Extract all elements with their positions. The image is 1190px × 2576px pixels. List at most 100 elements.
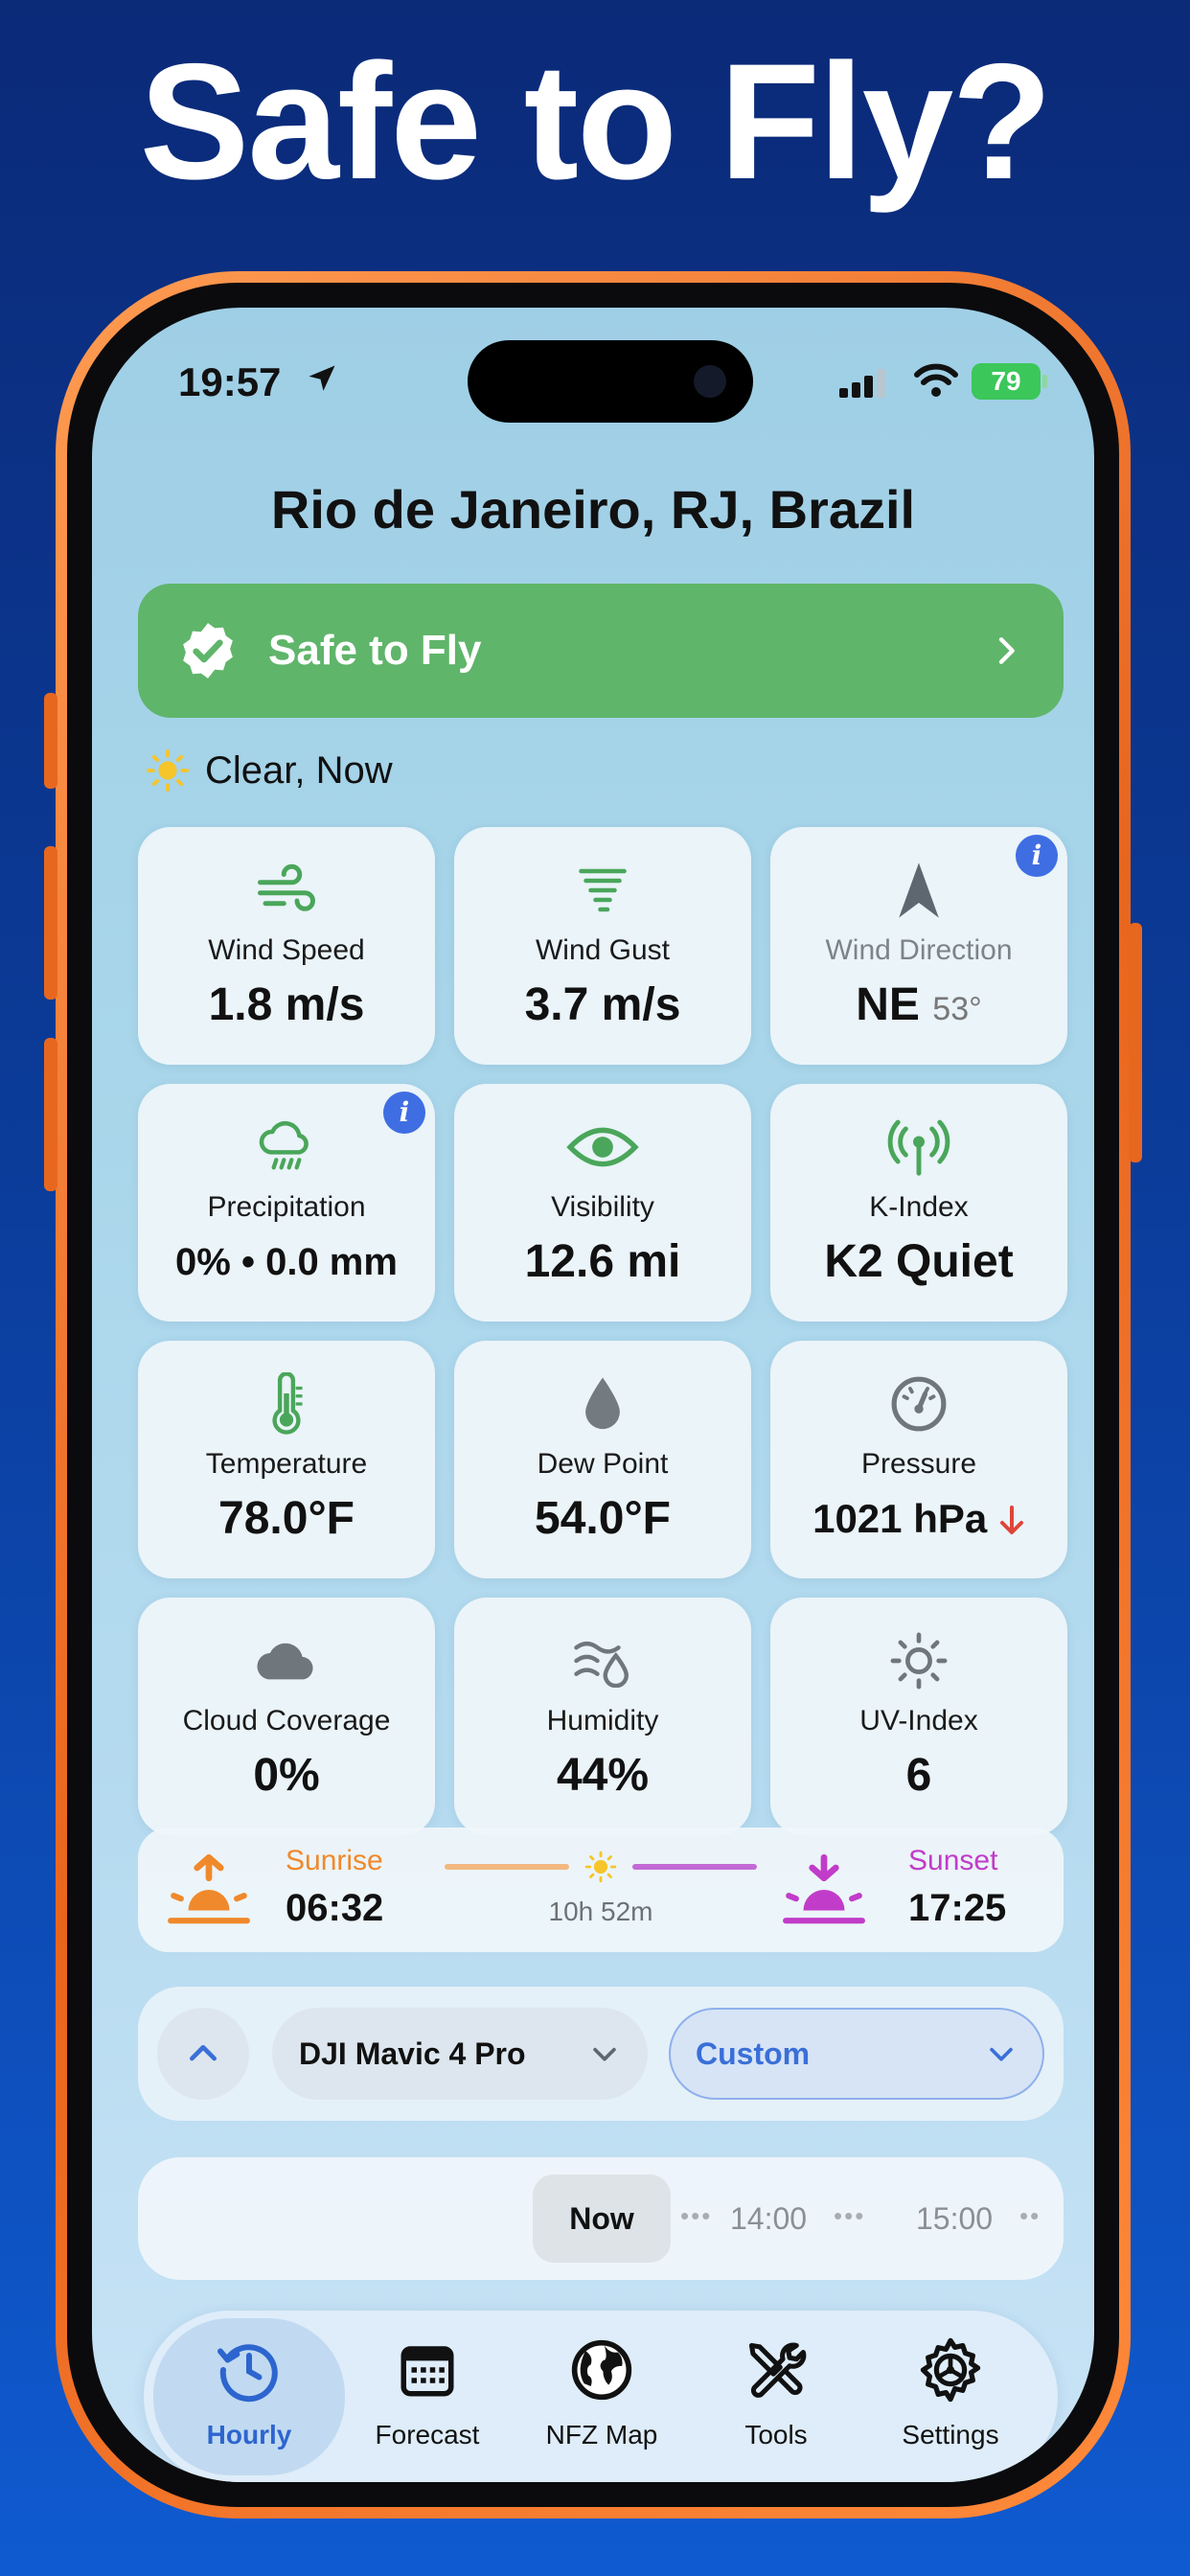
drone-controls: DJI Mavic 4 Pro Custom xyxy=(138,1987,1064,2121)
chevron-down-icon xyxy=(990,2047,1013,2061)
tile-visibility[interactable]: Visibility 12.6 mi xyxy=(454,1084,751,1322)
wind-icon xyxy=(258,863,315,911)
sunset-label: Sunset xyxy=(908,1845,998,1876)
sun-times-card: Sunrise 06:32 10h 52m Sunset 17:25 xyxy=(138,1828,1064,1952)
tornado-icon xyxy=(579,868,627,912)
chevron-up-icon xyxy=(190,2045,217,2061)
tile-humidity[interactable]: Humidity 44% xyxy=(454,1598,751,1835)
timeline-item[interactable]: 15:00 xyxy=(916,2201,993,2237)
tab-bar: Hourly Forecast NFZ Map Tools Settings xyxy=(144,2311,1058,2482)
battery-level: 79 xyxy=(991,366,1021,396)
headline: Safe to Fly? xyxy=(139,30,1053,214)
tile-value: 44% xyxy=(556,1750,650,1801)
timeline-separator: ••• xyxy=(834,2201,866,2230)
verified-badge-icon xyxy=(183,623,233,678)
droplet-icon xyxy=(585,1377,620,1430)
tile-label: Cloud Coverage xyxy=(182,1705,391,1736)
tile-label: Temperature xyxy=(205,1448,368,1480)
tile-label: UV-Index xyxy=(859,1705,978,1736)
tile-label: Wind Gust xyxy=(535,934,671,966)
tile-label: Visibility xyxy=(551,1191,654,1223)
tile-wind-gust[interactable]: Wind Gust 3.7 m/s xyxy=(454,827,751,1065)
drone-model-select[interactable]: DJI Mavic 4 Pro xyxy=(272,2008,648,2100)
timeline-separator: •• xyxy=(1019,2201,1041,2230)
profile-select[interactable]: Custom xyxy=(669,2008,1044,2100)
tab-settings[interactable]: Settings xyxy=(864,2311,1037,2482)
tile-wind-speed[interactable]: Wind Speed 1.8 m/s xyxy=(138,827,435,1065)
clock-icon xyxy=(217,2344,278,2403)
tab-label: Tools xyxy=(744,2420,808,2450)
location-title: Rio de Janeiro, RJ, Brazil xyxy=(270,479,916,540)
timeline-item[interactable]: 14:00 xyxy=(730,2201,807,2237)
profile-value: Custom xyxy=(696,2036,811,2071)
gear-icon xyxy=(920,2337,981,2403)
status-time: 19:57 xyxy=(178,359,282,404)
drone-model-value: DJI Mavic 4 Pro xyxy=(299,2036,526,2071)
tile-label: Humidity xyxy=(546,1705,659,1736)
tile-value: K2 Quiet xyxy=(824,1236,1014,1287)
phone-frame: 19:57 79 Rio de Janeiro, RJ, Brazil Safe… xyxy=(44,271,1142,2518)
tile-value: 1.8 m/s xyxy=(208,979,365,1030)
pressure-value: 1021 hPa xyxy=(812,1496,988,1541)
tile-label: Pressure xyxy=(860,1448,977,1480)
collapse-button[interactable] xyxy=(157,2008,249,2100)
tile-label: Wind Speed xyxy=(208,934,365,966)
tile-value: 54.0°F xyxy=(535,1493,671,1544)
tab-nfz-map[interactable]: NFZ Map xyxy=(515,2311,688,2482)
tile-pressure[interactable]: Pressure 1021 hPa xyxy=(770,1341,1067,1578)
cloud-icon xyxy=(257,1643,313,1680)
tab-forecast[interactable]: Forecast xyxy=(341,2311,514,2482)
action-button xyxy=(44,693,57,789)
thermometer-icon xyxy=(272,1372,303,1435)
eye-icon xyxy=(566,1127,639,1167)
tab-label: Hourly xyxy=(206,2420,292,2450)
volume-down-button xyxy=(44,1038,57,1191)
tile-value: 12.6 mi xyxy=(524,1236,681,1287)
sun-icon xyxy=(584,1851,617,1883)
rain-cloud-icon xyxy=(259,1120,309,1170)
sun-icon xyxy=(146,748,190,793)
power-button xyxy=(1129,923,1142,1162)
location-arrow-icon xyxy=(309,365,335,391)
safety-status-label: Safe to Fly xyxy=(268,627,482,674)
tools-icon xyxy=(748,2342,807,2398)
tile-value: 78.0°F xyxy=(218,1493,355,1544)
tile-uv-index[interactable]: UV-Index 6 xyxy=(770,1598,1067,1835)
gauge-icon xyxy=(891,1376,947,1432)
globe-icon xyxy=(571,2339,632,2401)
tile-temperature[interactable]: Temperature 78.0°F xyxy=(138,1341,435,1578)
cellular-signal-icon xyxy=(839,369,885,398)
bezel: 19:57 79 Rio de Janeiro, RJ, Brazil Safe… xyxy=(67,283,1119,2507)
tab-label: NFZ Map xyxy=(545,2420,658,2450)
direction-arrow-icon xyxy=(899,862,939,918)
tile-value: 1021 hPa xyxy=(770,1496,1067,1542)
calendar-icon xyxy=(400,2346,454,2397)
tab-tools[interactable]: Tools xyxy=(690,2311,862,2482)
status-bar: 19:57 79 xyxy=(92,346,1094,413)
tile-value: 6 xyxy=(905,1750,932,1801)
timeline-separator: ••• xyxy=(680,2201,713,2230)
uv-sun-icon xyxy=(890,1632,948,1690)
volume-up-button xyxy=(44,846,57,1000)
tile-dew-point[interactable]: Dew Point 54.0°F xyxy=(454,1341,751,1578)
timeline-item-now[interactable]: Now xyxy=(533,2174,671,2263)
tile-label: K-Index xyxy=(869,1191,969,1223)
daylight-bar-evening xyxy=(632,1864,757,1870)
chevron-right-icon xyxy=(998,637,1015,664)
tile-precipitation[interactable]: i Precipitation 0% • 0.0 mm xyxy=(138,1084,435,1322)
tile-wind-direction[interactable]: i Wind Direction NE 53° xyxy=(770,827,1067,1065)
tab-hourly[interactable]: Hourly xyxy=(153,2318,345,2475)
humidity-icon xyxy=(574,1641,629,1688)
safety-status-banner[interactable]: Safe to Fly xyxy=(138,584,1064,718)
sunrise-label: Sunrise xyxy=(286,1845,383,1876)
hour-timeline[interactable]: Now ••• 14:00 ••• 15:00 •• xyxy=(138,2157,1064,2280)
tile-label: Wind Direction xyxy=(825,934,1013,966)
tile-value: 0% xyxy=(253,1750,320,1801)
daylight-bar-morning xyxy=(445,1864,569,1870)
tile-k-index[interactable]: K-Index K2 Quiet xyxy=(770,1084,1067,1322)
condition-text: Clear, Now xyxy=(205,748,393,792)
wind-direction-cardinal: NE xyxy=(856,979,920,1030)
tile-value: NE 53° xyxy=(770,978,1067,1031)
tile-cloud-coverage[interactable]: Cloud Coverage 0% xyxy=(138,1598,435,1835)
tile-value: 0% • 0.0 mm xyxy=(175,1241,398,1283)
